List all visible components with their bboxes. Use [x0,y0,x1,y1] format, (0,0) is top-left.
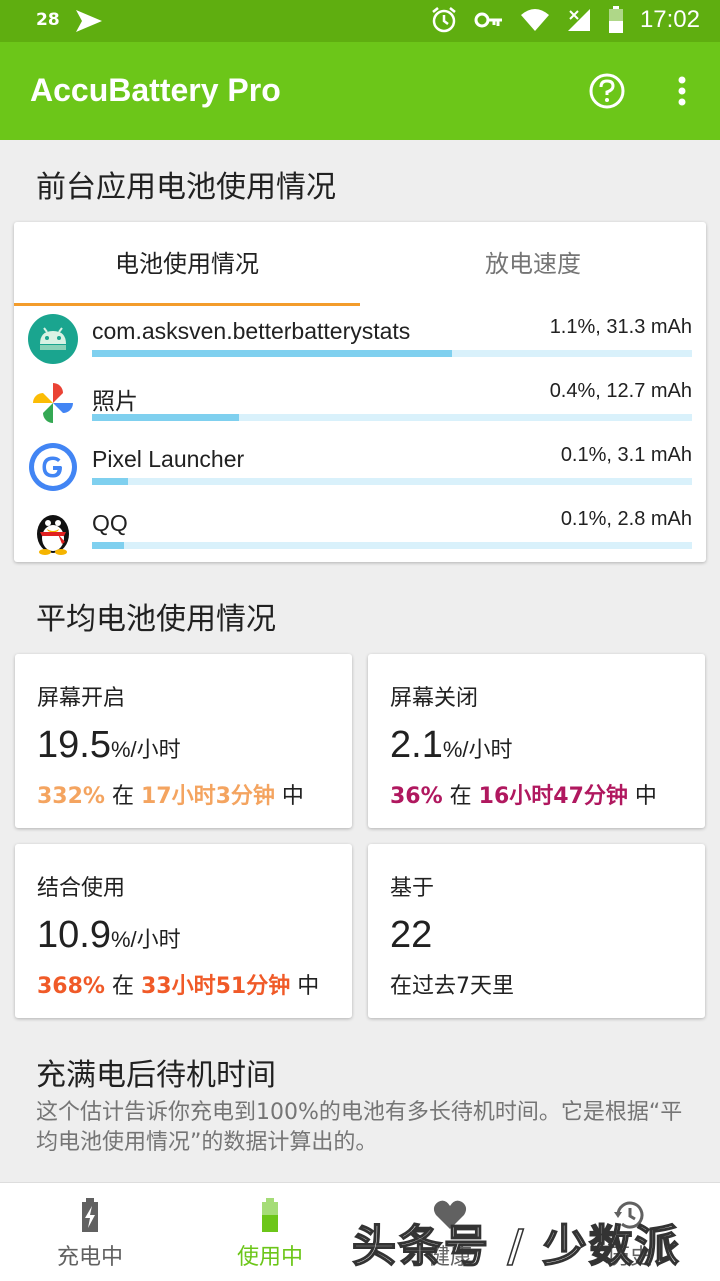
help-icon[interactable] [588,72,626,110]
nav-discharging[interactable]: 使用中 [180,1183,360,1281]
send-icon [76,10,102,32]
android-icon [28,314,78,364]
usage-bar-fill [92,350,452,357]
app-row[interactable]: com.asksven.betterbatterystats 1.1%, 31.… [14,310,706,374]
usage-bar-fill [92,414,239,421]
stat-detail: 36% 在 16小时47分钟 中 [390,784,657,809]
nav-charging[interactable]: 充电中 [0,1183,180,1281]
usage-bar [92,542,692,549]
more-options-icon[interactable] [672,72,692,110]
stat-label: 屏幕关闭 [390,686,479,711]
stat-value: 2.1%/小时 [390,724,513,766]
stat-label: 基于 [390,876,435,901]
stat-detail: 368% 在 33小时51分钟 中 [37,974,320,999]
tab-discharge-speed[interactable]: 放电速度 [360,222,706,306]
based-on-card: 基于 22 在过去7天里 [368,844,705,1018]
battery-charging-icon [82,1198,98,1232]
stat-value: 10.9%/小时 [37,914,181,956]
app-row[interactable]: QQ 0.1%, 2.8 mAh [14,502,706,566]
app-usage-value: 0.4%, 12.7 mAh [549,380,692,402]
app-row[interactable]: Pixel Launcher 0.1%, 3.1 mAh [14,438,706,502]
usage-tabs: 电池使用情况 放电速度 [14,222,706,306]
battery-icon [262,1198,278,1232]
stat-value: 19.5%/小时 [37,724,181,766]
qq-penguin-icon [37,515,69,555]
stat-label: 屏幕开启 [37,686,126,711]
stat-detail: 332% 在 17小时3分钟 中 [37,784,304,809]
tab-battery-usage[interactable]: 电池使用情况 [14,222,360,306]
screen-on-card: 屏幕开启 19.5%/小时 332% 在 17小时3分钟 中 [15,654,352,828]
app-usage-value: 0.1%, 3.1 mAh [560,444,692,466]
average-usage-title: 平均电池使用情况 [36,602,276,637]
notification-count: 28 [36,10,60,30]
app-row[interactable]: 照片 0.4%, 12.7 mAh [14,374,706,438]
usage-bar [92,414,692,421]
combined-usage-card: 结合使用 10.9%/小时 368% 在 33小时51分钟 中 [15,844,352,1018]
status-bar: 28 17:02 [0,0,720,42]
standby-description: 这个估计告诉你充电到100%的电池有多长待机时间。它是根据“平均电池使用情况”的… [36,1100,683,1155]
usage-bar-fill [92,478,128,485]
stat-detail: 在过去7天里 [390,974,514,999]
photos-icon [33,383,73,423]
app-title: AccuBattery Pro [30,72,281,108]
standby-title: 充满电后待机时间 [36,1058,276,1093]
watermark: 头条号 / 少数派 [351,1220,681,1273]
usage-bar [92,350,692,357]
tab-indicator [14,303,360,306]
google-icon [29,443,77,491]
app-name: com.asksven.betterbatterystats [92,318,411,344]
app-name: Pixel Launcher [92,446,245,472]
battery-status-icon [608,6,623,33]
usage-bar-fill [92,542,124,549]
app-bar: AccuBattery Pro [0,42,720,140]
foreground-usage-title: 前台应用电池使用情况 [36,170,336,205]
stat-label: 结合使用 [37,876,126,901]
stat-value: 22 [390,914,433,956]
foreground-usage-card: 电池使用情况 放电速度 com.asksven.betterbatterysta… [14,222,706,562]
usage-bar [92,478,692,485]
app-name: QQ [92,510,128,536]
signal-icon [567,9,590,31]
nav-label: 使用中 [236,1245,303,1270]
nav-label: 充电中 [56,1245,123,1270]
clock: 17:02 [639,6,700,33]
app-usage-value: 0.1%, 2.8 mAh [560,508,692,530]
screen-off-card: 屏幕关闭 2.1%/小时 36% 在 16小时47分钟 中 [368,654,705,828]
app-name: 照片 [92,388,138,414]
app-usage-value: 1.1%, 31.3 mAh [549,316,692,338]
wifi-icon [520,9,549,31]
key-icon [474,12,502,28]
alarm-icon [432,7,456,33]
